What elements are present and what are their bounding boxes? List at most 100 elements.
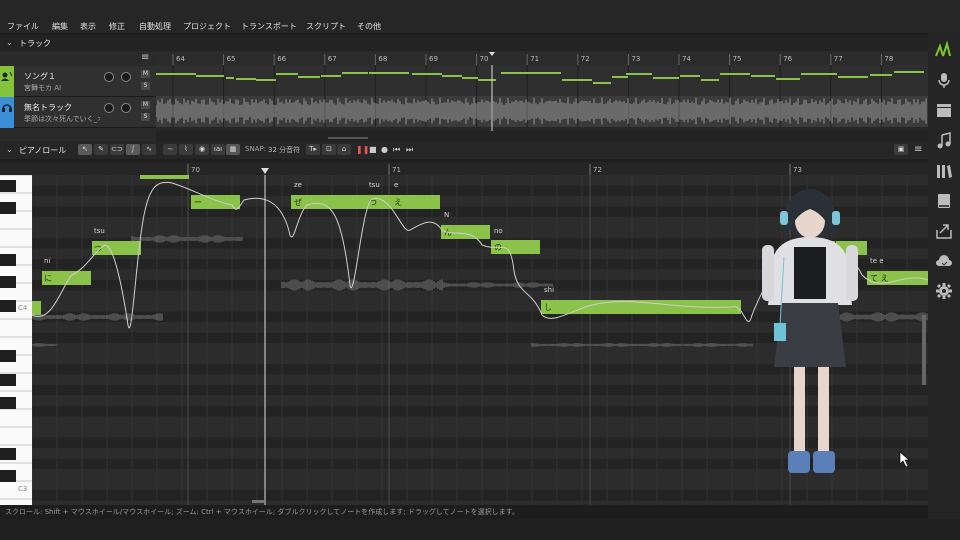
menu-other[interactable]: その他 <box>357 21 381 32</box>
volume-knob[interactable] <box>104 72 114 82</box>
playhead-marker <box>489 52 495 56</box>
cloud-icon[interactable] <box>935 252 953 270</box>
waveform-toggle[interactable]: ◉ <box>195 144 209 155</box>
track-row-untitled[interactable]: 無名トラック 季節は次々死んでいく_オケ M S <box>0 97 156 128</box>
note-phoneme: ze <box>294 181 302 189</box>
gear-icon[interactable] <box>935 282 953 300</box>
key-label-c4: C4 <box>18 304 28 312</box>
stop-icon[interactable]: ■ <box>369 145 377 154</box>
ruler-label: 70 <box>191 166 200 174</box>
status-bar: スクロール: Shift + マウスホイール/マウスホイール; ズーム: Ctr… <box>0 505 928 519</box>
track-lanes[interactable] <box>155 65 928 131</box>
mute-button[interactable]: M <box>141 101 150 109</box>
pencil-tool-button[interactable]: ✎ <box>94 144 108 155</box>
note-phoneme: tsu <box>369 181 380 189</box>
volume-knob[interactable] <box>104 103 114 113</box>
microphone-icon[interactable] <box>935 71 953 89</box>
pause-icon[interactable]: ❚❚ <box>356 145 369 154</box>
pitch-line-toggle[interactable]: ∼ <box>163 144 177 155</box>
hamburger-menu-icon[interactable]: ≡ <box>141 52 149 63</box>
book-icon[interactable] <box>935 192 953 210</box>
track-name[interactable]: 無名トラック <box>24 102 72 113</box>
piano-keyboard[interactable]: C4 C3 <box>0 175 32 505</box>
ruler-label: 69 <box>429 55 438 63</box>
lane-note-block <box>226 77 234 79</box>
track-subtitle[interactable]: 季節は次々死んでいく_オケ <box>24 114 100 124</box>
ruler-label: 67 <box>328 55 337 63</box>
lane-note-block <box>298 76 320 78</box>
ruler-label: 76 <box>783 55 792 63</box>
status-text: スクロール: Shift + マウスホイール/マウスホイール; ズーム: Ctr… <box>5 508 519 516</box>
curve-tool-button[interactable]: ∿ <box>142 144 156 155</box>
menu-file[interactable]: ファイル <box>7 21 39 32</box>
pan-knob[interactable] <box>121 72 131 82</box>
menu-view[interactable]: 表示 <box>80 21 96 32</box>
loop-toggle[interactable]: ⊡ <box>322 144 336 155</box>
curve-toggle[interactable]: ⌇ <box>179 144 193 155</box>
track-singer[interactable]: 宮舞モカ AI <box>24 83 100 93</box>
vertical-scroll-handle[interactable] <box>922 315 926 385</box>
lane-note-block <box>776 78 800 80</box>
screen-toggle[interactable]: ▣ <box>894 144 908 155</box>
select-tool-button[interactable]: ↖ <box>78 144 92 155</box>
library-icon[interactable] <box>935 162 953 180</box>
skip-back-icon[interactable]: ⏮ <box>393 145 400 155</box>
track-name[interactable]: ソング１ <box>24 71 56 82</box>
character-headphone <box>780 211 788 225</box>
playhead-marker <box>261 168 269 174</box>
black-key <box>0 276 16 288</box>
track-scroll-area[interactable] <box>156 131 928 141</box>
pan-knob[interactable] <box>121 103 131 113</box>
piano-roll-grid[interactable]: にniつtsuーぜzeつtsuえeんNのnoしshiさ ー いて えte e <box>32 175 928 505</box>
mute-button[interactable]: M <box>141 70 150 78</box>
pitch-tool-button[interactable]: ∫ <box>126 144 140 155</box>
note-block[interactable] <box>291 195 440 209</box>
note-phoneme: shi <box>544 286 554 294</box>
lane-note-block <box>870 74 892 76</box>
menu-project[interactable]: プロジェクト <box>183 21 231 32</box>
lane-note-block <box>751 75 775 77</box>
track-ruler[interactable]: 64 65 66 67 68 69 70 71 72 73 74 75 76 77 78 <box>156 51 928 65</box>
grid-row <box>32 385 928 396</box>
note-phoneme: te e <box>870 257 884 265</box>
solo-button[interactable]: S <box>141 82 150 90</box>
skip-forward-icon[interactable]: ⏭ <box>406 145 413 155</box>
menu-script[interactable]: スクリプト <box>306 21 346 32</box>
hamburger-menu-icon[interactable]: ≡ <box>914 144 922 155</box>
ruler-label: 70 <box>480 55 489 63</box>
pianoroll-title: ピアノロール <box>19 146 67 155</box>
track-row-song1[interactable]: ソング１ 宮舞モカ AI M S <box>0 66 156 97</box>
ruler-label: 65 <box>227 55 236 63</box>
resize-handle[interactable] <box>328 137 368 139</box>
keyboard-toggle[interactable]: ▦ <box>226 144 240 155</box>
horizontal-scroll-handle[interactable] <box>252 500 264 503</box>
grid-row <box>32 479 928 490</box>
solo-button[interactable]: S <box>141 113 150 121</box>
phoneme-toggle[interactable]: ıaı <box>211 144 225 155</box>
note-insert-toggle[interactable]: T▸ <box>306 144 320 155</box>
ruler-label: 72 <box>593 166 602 174</box>
character-arm-left <box>762 245 774 301</box>
menu-bar: ファイル 編集 表示 修正 自動処理 プロジェクト トランスポート スクリプト … <box>0 0 960 33</box>
track-section-header[interactable]: ⌄ トラック <box>0 35 928 51</box>
metronome-toggle[interactable]: ⌂ <box>337 144 351 155</box>
headphones-icon <box>2 104 12 112</box>
lane-note-block <box>342 72 368 74</box>
menu-auto[interactable]: 自動処理 <box>139 21 171 32</box>
export-icon[interactable] <box>935 222 953 240</box>
note-phoneme: ni <box>44 257 50 265</box>
vibrato-tool-button[interactable]: ⊂⊃ <box>110 144 124 155</box>
singer-icon <box>1 71 13 81</box>
clapperboard-icon[interactable] <box>935 101 953 119</box>
record-icon[interactable]: ● <box>381 145 388 154</box>
menu-transport[interactable]: トランスポート <box>241 21 297 32</box>
chevron-down-icon[interactable]: ⌄ <box>6 145 13 154</box>
pianoroll-ruler[interactable]: 70 71 72 73 <box>32 162 928 175</box>
music-note-icon[interactable] <box>935 132 953 150</box>
track-section-title: トラック <box>19 39 51 48</box>
snap-select[interactable]: 32 分音符 <box>268 145 300 155</box>
note-phoneme: tsu <box>94 227 105 235</box>
lane-note-block <box>801 73 837 75</box>
menu-edit[interactable]: 編集 <box>52 21 68 32</box>
menu-modify[interactable]: 修正 <box>109 21 125 32</box>
